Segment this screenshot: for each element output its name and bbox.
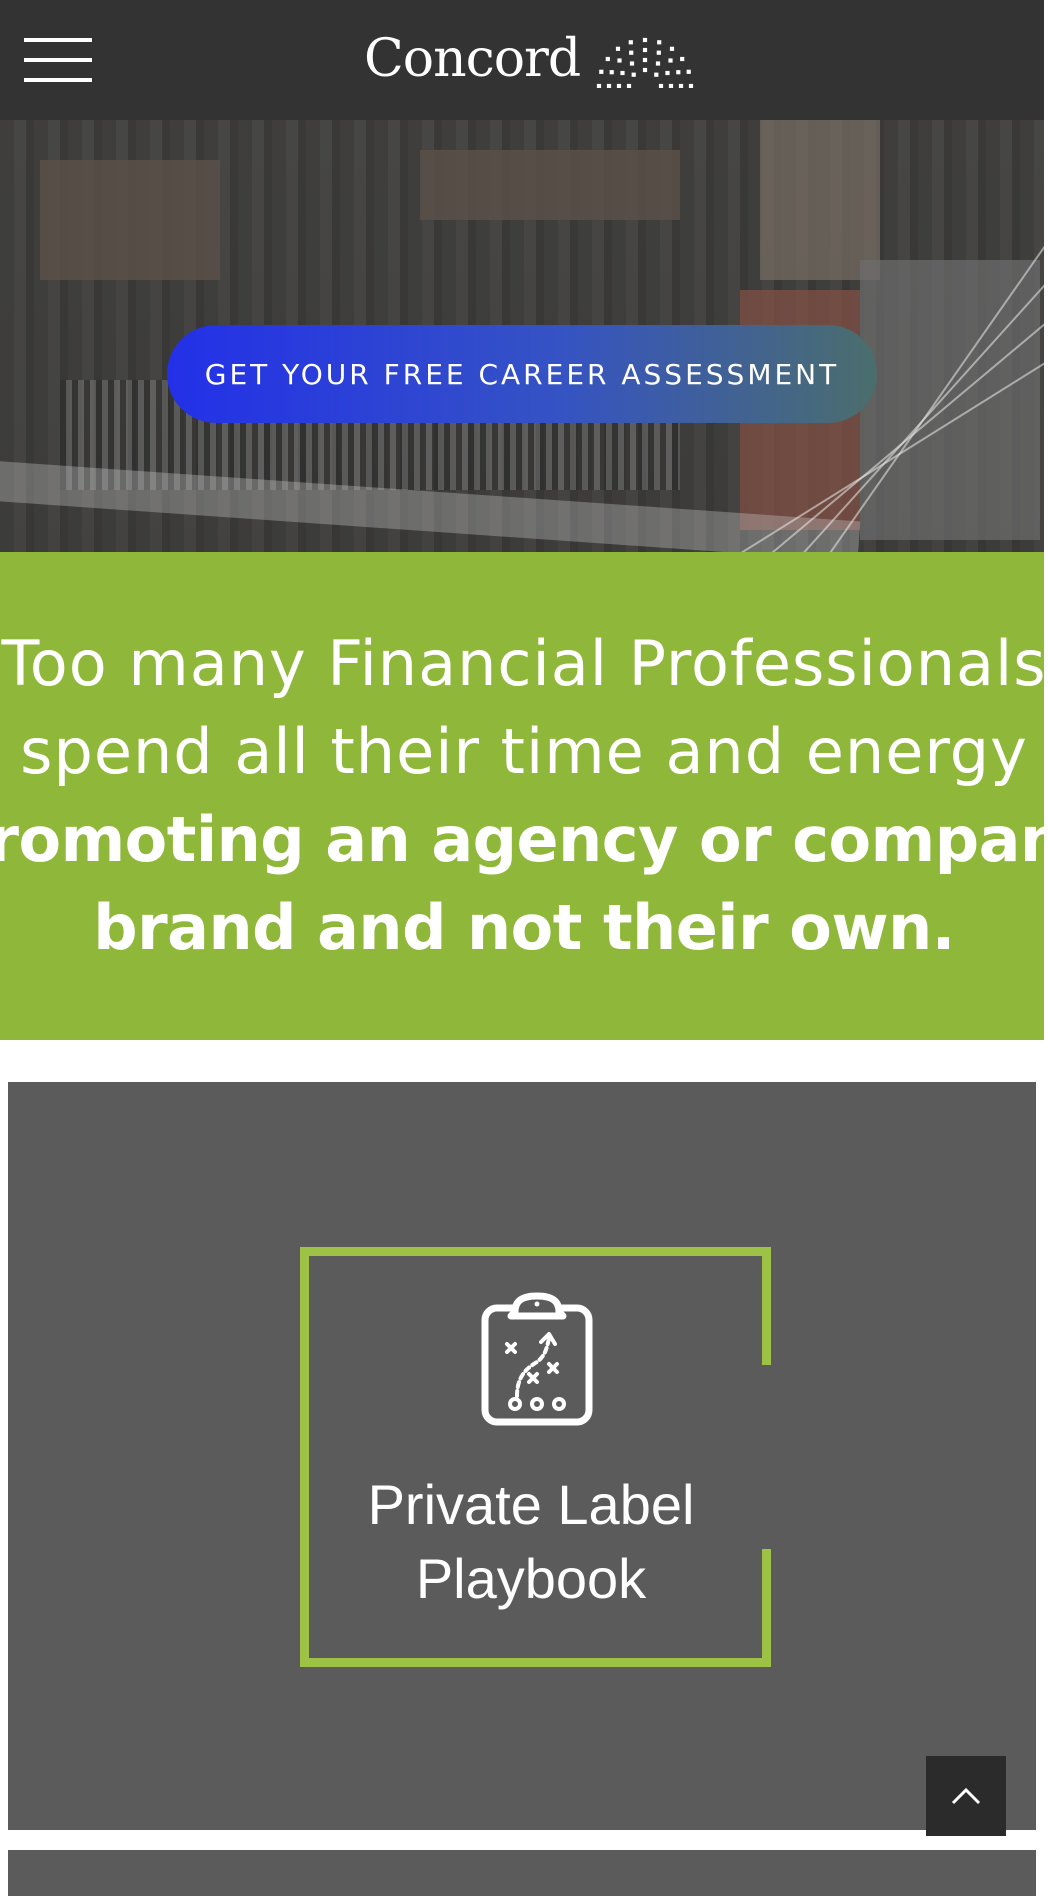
logo-dot (656, 61, 661, 66)
chevron-up-icon (951, 1787, 981, 1805)
logo-dot (627, 83, 632, 88)
logo-dot (654, 72, 659, 77)
logo-dot (670, 46, 675, 51)
hero-photo-building (760, 120, 880, 280)
logo-dot (657, 40, 662, 45)
logo-dot (679, 83, 684, 88)
menu-bar (24, 78, 92, 82)
logo-dot (628, 40, 634, 45)
hero-photo-building (860, 260, 1040, 540)
card-title-line: Playbook (415, 1547, 647, 1610)
logo-dot (617, 83, 622, 88)
logo-dot (643, 37, 648, 43)
hamburger-menu-icon[interactable] (24, 36, 92, 84)
next-section-peek (8, 1850, 1036, 1896)
card-title: Private Label Playbook (309, 1468, 753, 1616)
playbook-section: Private Label Playbook (8, 1082, 1036, 1830)
private-label-playbook-card[interactable]: Private Label Playbook (300, 1247, 771, 1667)
logo-dot (597, 83, 602, 88)
logo-dot (669, 83, 674, 88)
logo-dot (676, 70, 681, 75)
menu-bar (24, 38, 92, 42)
menu-bar (24, 58, 92, 62)
logo-dot (643, 57, 648, 63)
logo-dot (631, 72, 636, 77)
logo-dot (659, 83, 664, 88)
banner-text-line-emphasis: brand and not their own. (93, 891, 955, 964)
hero-photo-building (40, 160, 220, 280)
logo-dot (599, 69, 604, 74)
logo-dot (665, 70, 670, 76)
logo-dot (629, 50, 634, 55)
logo-dot (630, 61, 635, 66)
logo-dot (620, 70, 625, 76)
logo-dot (616, 46, 621, 51)
card-title-line: Private Label (367, 1473, 695, 1536)
banner-text-line: Too many Financial Professionals (1, 627, 1047, 700)
logo-text: Concord (364, 29, 581, 89)
logo-dot (656, 50, 662, 55)
logo-dot (686, 69, 691, 74)
clipboard-playbook-icon (481, 1292, 593, 1426)
logo-dot (643, 67, 648, 73)
back-to-top-button[interactable] (926, 1756, 1006, 1836)
hero-section: GET YOUR FREE CAREER ASSESSMENT (0, 120, 1048, 552)
logo-dot (617, 58, 622, 63)
logo-dot (689, 83, 694, 88)
logo-dot (643, 47, 648, 53)
logo-dot (607, 83, 612, 88)
frame-accent (762, 1247, 771, 1365)
logo-dot (680, 56, 685, 62)
hero-photo-building (420, 150, 680, 220)
free-career-assessment-button[interactable]: GET YOUR FREE CAREER ASSESSMENT (167, 325, 877, 423)
frame-accent (762, 1549, 771, 1667)
logo-dot (668, 58, 673, 63)
banner-text-line-emphasis: promoting an agency or company (0, 803, 1048, 876)
page-edge (1044, 0, 1048, 1896)
concord-logo[interactable]: Concord (364, 24, 700, 94)
banner-text-line: spend all their time and energy (20, 715, 1028, 788)
logo-dot (609, 70, 614, 75)
site-header: Concord (0, 0, 1048, 120)
logo-dot (605, 56, 611, 62)
value-proposition-banner: Too many Financial Professionals spend a… (0, 552, 1048, 1040)
page: Concord GET YOUR FREE CAREER ASSESSMENT … (0, 0, 1048, 1896)
concord-arc-dots-icon (597, 37, 694, 88)
